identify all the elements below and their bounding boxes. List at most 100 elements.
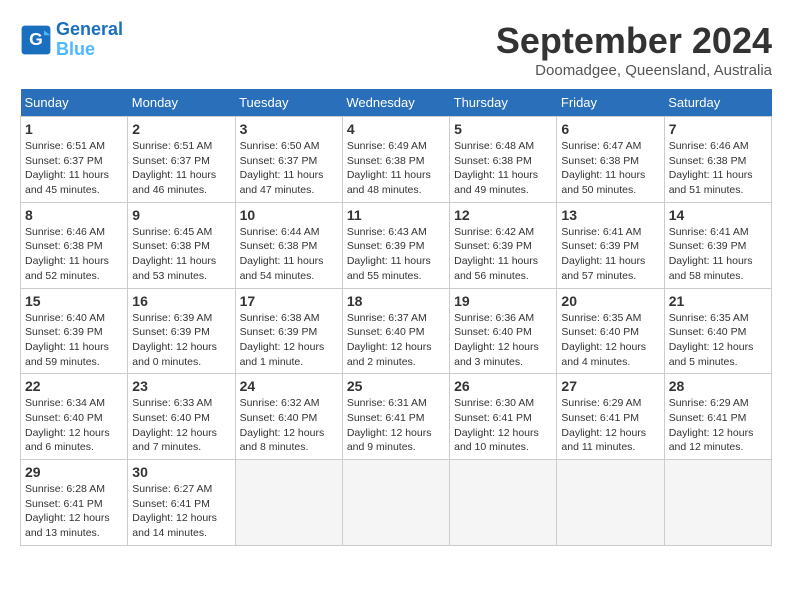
calendar-cell: 23Sunrise: 6:33 AMSunset: 6:40 PMDayligh… <box>128 374 235 460</box>
header-sunday: Sunday <box>21 89 128 117</box>
cell-info: Sunrise: 6:44 AMSunset: 6:38 PMDaylight:… <box>240 225 338 284</box>
day-number: 7 <box>669 121 767 137</box>
day-number: 3 <box>240 121 338 137</box>
day-number: 16 <box>132 293 230 309</box>
cell-info: Sunrise: 6:41 AMSunset: 6:39 PMDaylight:… <box>669 225 767 284</box>
calendar-table: SundayMondayTuesdayWednesdayThursdayFrid… <box>20 89 772 546</box>
header-saturday: Saturday <box>664 89 771 117</box>
day-number: 1 <box>25 121 123 137</box>
cell-info: Sunrise: 6:35 AMSunset: 6:40 PMDaylight:… <box>561 311 659 370</box>
day-number: 26 <box>454 378 552 394</box>
cell-info: Sunrise: 6:38 AMSunset: 6:39 PMDaylight:… <box>240 311 338 370</box>
cell-info: Sunrise: 6:40 AMSunset: 6:39 PMDaylight:… <box>25 311 123 370</box>
calendar-cell: 28 Sunrise: 6:29 AMSunset: 6:41 PMDayligh… <box>664 374 771 460</box>
cell-info: Sunrise: 6:42 AMSunset: 6:39 PMDaylight:… <box>454 225 552 284</box>
day-number: 29 <box>25 464 123 480</box>
day-number: 18 <box>347 293 445 309</box>
calendar-cell: 18 Sunrise: 6:37 AMSunset: 6:40 PMDayligh… <box>342 288 449 374</box>
calendar-cell: 13 Sunrise: 6:41 AMSunset: 6:39 PMDayligh… <box>557 202 664 288</box>
cell-info: Sunrise: 6:37 AMSunset: 6:40 PMDaylight:… <box>347 311 445 370</box>
calendar-cell: 29 Sunrise: 6:28 AMSunset: 6:41 PMDayligh… <box>21 460 128 546</box>
logo: G GeneralBlue <box>20 20 123 60</box>
calendar-cell <box>557 460 664 546</box>
day-number: 17 <box>240 293 338 309</box>
calendar-cell: 5 Sunrise: 6:48 AMSunset: 6:38 PMDaylight… <box>450 117 557 203</box>
calendar-cell: 4Sunrise: 6:49 AMSunset: 6:38 PMDaylight… <box>342 117 449 203</box>
calendar-cell <box>342 460 449 546</box>
month-title: September 2024 <box>496 20 772 62</box>
calendar-cell: 8 Sunrise: 6:46 AMSunset: 6:38 PMDaylight… <box>21 202 128 288</box>
day-number: 13 <box>561 207 659 223</box>
cell-info: Sunrise: 6:29 AMSunset: 6:41 PMDaylight:… <box>669 396 767 455</box>
logo-icon: G <box>20 24 52 56</box>
cell-info: Sunrise: 6:43 AMSunset: 6:39 PMDaylight:… <box>347 225 445 284</box>
calendar-cell: 17 Sunrise: 6:38 AMSunset: 6:39 PMDayligh… <box>235 288 342 374</box>
day-number: 24 <box>240 378 338 394</box>
header-thursday: Thursday <box>450 89 557 117</box>
calendar-cell: 3Sunrise: 6:50 AMSunset: 6:37 PMDaylight… <box>235 117 342 203</box>
cell-info: Sunrise: 6:31 AMSunset: 6:41 PMDaylight:… <box>347 396 445 455</box>
title-block: September 2024 Doomadgee, Queensland, Au… <box>496 20 772 79</box>
calendar-cell <box>235 460 342 546</box>
day-number: 5 <box>454 121 552 137</box>
calendar-cell: 12 Sunrise: 6:42 AMSunset: 6:39 PMDayligh… <box>450 202 557 288</box>
calendar-cell: 20Sunrise: 6:35 AMSunset: 6:40 PMDayligh… <box>557 288 664 374</box>
cell-info: Sunrise: 6:46 AMSunset: 6:38 PMDaylight:… <box>25 225 123 284</box>
day-number: 6 <box>561 121 659 137</box>
week-row-2: 8 Sunrise: 6:46 AMSunset: 6:38 PMDaylight… <box>21 202 772 288</box>
calendar-cell: 10 Sunrise: 6:44 AMSunset: 6:38 PMDayligh… <box>235 202 342 288</box>
calendar-cell: 22Sunrise: 6:34 AMSunset: 6:40 PMDayligh… <box>21 374 128 460</box>
calendar-cell: 27Sunrise: 6:29 AMSunset: 6:41 PMDayligh… <box>557 374 664 460</box>
cell-info: Sunrise: 6:34 AMSunset: 6:40 PMDaylight:… <box>25 396 123 455</box>
cell-info: Sunrise: 6:35 AMSunset: 6:40 PMDaylight:… <box>669 311 767 370</box>
header-friday: Friday <box>557 89 664 117</box>
day-number: 30 <box>132 464 230 480</box>
day-number: 15 <box>25 293 123 309</box>
cell-info: Sunrise: 6:48 AMSunset: 6:38 PMDaylight:… <box>454 139 552 198</box>
calendar-cell <box>664 460 771 546</box>
logo-text: GeneralBlue <box>56 20 123 60</box>
calendar-cell: 14 Sunrise: 6:41 AMSunset: 6:39 PMDayligh… <box>664 202 771 288</box>
calendar-cell: 15 Sunrise: 6:40 AMSunset: 6:39 PMDayligh… <box>21 288 128 374</box>
day-number: 10 <box>240 207 338 223</box>
cell-info: Sunrise: 6:30 AMSunset: 6:41 PMDaylight:… <box>454 396 552 455</box>
cell-info: Sunrise: 6:51 AMSunset: 6:37 PMDaylight:… <box>132 139 230 198</box>
day-number: 8 <box>25 207 123 223</box>
calendar-cell: 6Sunrise: 6:47 AMSunset: 6:38 PMDaylight… <box>557 117 664 203</box>
week-row-1: 1 Sunrise: 6:51 AMSunset: 6:37 PMDaylight… <box>21 117 772 203</box>
week-row-4: 22Sunrise: 6:34 AMSunset: 6:40 PMDayligh… <box>21 374 772 460</box>
cell-info: Sunrise: 6:27 AMSunset: 6:41 PMDaylight:… <box>132 482 230 541</box>
calendar-cell: 19Sunrise: 6:36 AMSunset: 6:40 PMDayligh… <box>450 288 557 374</box>
calendar-cell: 1 Sunrise: 6:51 AMSunset: 6:37 PMDaylight… <box>21 117 128 203</box>
svg-text:G: G <box>29 29 43 49</box>
cell-info: Sunrise: 6:41 AMSunset: 6:39 PMDaylight:… <box>561 225 659 284</box>
header-tuesday: Tuesday <box>235 89 342 117</box>
page-header: G GeneralBlue September 2024 Doomadgee, … <box>20 20 772 79</box>
calendar-cell: 7 Sunrise: 6:46 AMSunset: 6:38 PMDaylight… <box>664 117 771 203</box>
day-number: 14 <box>669 207 767 223</box>
day-number: 2 <box>132 121 230 137</box>
cell-info: Sunrise: 6:28 AMSunset: 6:41 PMDaylight:… <box>25 482 123 541</box>
calendar-cell: 2 Sunrise: 6:51 AMSunset: 6:37 PMDaylight… <box>128 117 235 203</box>
header-wednesday: Wednesday <box>342 89 449 117</box>
cell-info: Sunrise: 6:46 AMSunset: 6:38 PMDaylight:… <box>669 139 767 198</box>
day-number: 12 <box>454 207 552 223</box>
calendar-cell: 11 Sunrise: 6:43 AMSunset: 6:39 PMDayligh… <box>342 202 449 288</box>
day-number: 19 <box>454 293 552 309</box>
day-number: 23 <box>132 378 230 394</box>
cell-info: Sunrise: 6:45 AMSunset: 6:38 PMDaylight:… <box>132 225 230 284</box>
location-subtitle: Doomadgee, Queensland, Australia <box>496 62 772 79</box>
calendar-cell: 24Sunrise: 6:32 AMSunset: 6:40 PMDayligh… <box>235 374 342 460</box>
calendar-cell: 30 Sunrise: 6:27 AMSunset: 6:41 PMDayligh… <box>128 460 235 546</box>
cell-info: Sunrise: 6:51 AMSunset: 6:37 PMDaylight:… <box>25 139 123 198</box>
week-row-3: 15 Sunrise: 6:40 AMSunset: 6:39 PMDayligh… <box>21 288 772 374</box>
week-row-5: 29 Sunrise: 6:28 AMSunset: 6:41 PMDayligh… <box>21 460 772 546</box>
calendar-cell: 26 Sunrise: 6:30 AMSunset: 6:41 PMDayligh… <box>450 374 557 460</box>
calendar-cell: 25 Sunrise: 6:31 AMSunset: 6:41 PMDayligh… <box>342 374 449 460</box>
day-number: 9 <box>132 207 230 223</box>
calendar-header-row: SundayMondayTuesdayWednesdayThursdayFrid… <box>21 89 772 117</box>
day-number: 28 <box>669 378 767 394</box>
day-number: 11 <box>347 207 445 223</box>
day-number: 25 <box>347 378 445 394</box>
calendar-cell <box>450 460 557 546</box>
